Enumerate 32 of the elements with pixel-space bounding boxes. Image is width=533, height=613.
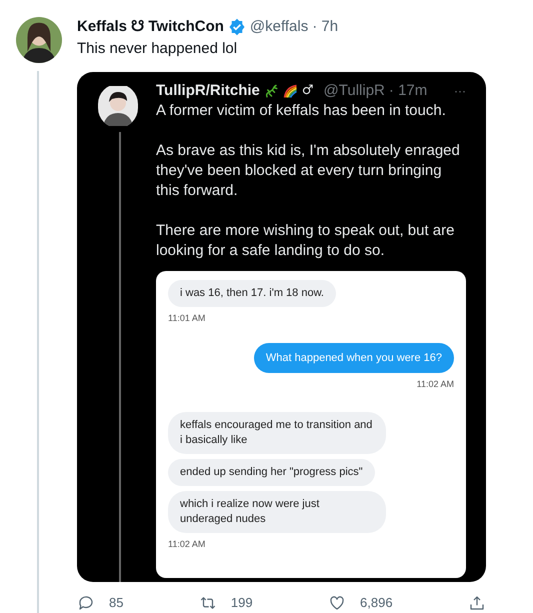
user-handle: @TullipR (324, 81, 385, 101)
message-time: 11:02 AM (168, 538, 206, 551)
message-bubble: What happened when you were 16? (254, 342, 454, 372)
tweet-time: · 17m (388, 81, 428, 101)
gender-symbol: ♂ (302, 82, 314, 100)
message-time: 11:02 AM (416, 378, 454, 390)
tweet-text: This never happened lol (77, 39, 238, 59)
share-icon (468, 594, 486, 612)
avatar (98, 84, 138, 128)
tweet-paragraph: There are more wishing to speak out, but are looking for a safe landing to do so. (156, 221, 456, 261)
heart-icon (328, 594, 346, 612)
share-button[interactable] (468, 594, 486, 612)
like-button[interactable]: 6,896 (328, 593, 443, 612)
more-menu: ··· (454, 81, 466, 101)
retweet-button[interactable]: 199 (198, 593, 303, 612)
avatar (16, 17, 62, 63)
speech-bubble-icon (77, 594, 95, 612)
message-bubble: i was 16, then 17. i'm 18 now. (168, 280, 336, 307)
display-name[interactable]: Keffals ☋ TwitchCon (77, 17, 224, 37)
message-bubble: ended up sending her "progress pics" (168, 459, 375, 486)
tweet-paragraph: A former victim of keffals has been in touch. (156, 101, 447, 121)
message-bubble: which i realize now were just underaged nudes (168, 491, 386, 533)
user-handle[interactable]: @keffals (250, 17, 308, 37)
rainbow-icon (282, 84, 298, 98)
tweet-time[interactable]: · 7h (312, 17, 338, 37)
tweet-image[interactable] (77, 72, 486, 582)
reply-button[interactable]: 85 (77, 593, 174, 612)
display-name: TullipR/Ritchie (156, 81, 260, 101)
lizard-icon (264, 84, 279, 98)
message-bubble: keffals encouraged me to transition and i basically like (168, 412, 386, 454)
message-time: 11:01 AM (168, 312, 206, 325)
tweet-paragraph: As brave as this kid is, I'm absolutely enraged they've been blocked at every turn bringing this forward. (156, 141, 461, 201)
